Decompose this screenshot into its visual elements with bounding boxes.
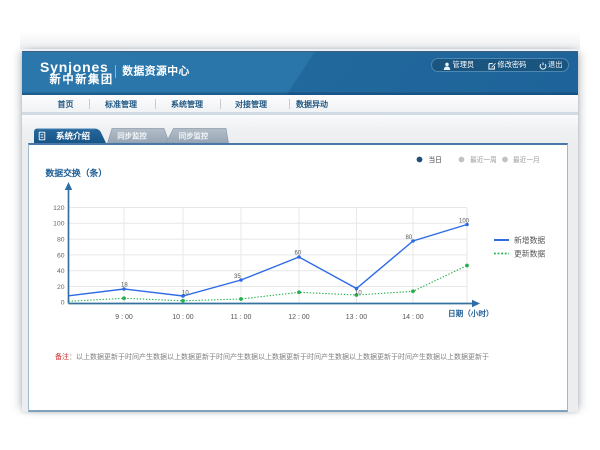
svg-text:同步监控: 同步监控 [179, 132, 209, 141]
svg-text:新中新集团: 新中新集团 [50, 72, 114, 86]
svg-text:数据交换（条）: 数据交换（条） [45, 167, 108, 178]
svg-text:11 : 00: 11 : 00 [231, 314, 252, 321]
svg-text:更新数据: 更新数据 [514, 249, 545, 259]
svg-text:35: 35 [234, 274, 241, 280]
svg-text:100: 100 [459, 219, 470, 225]
svg-text:14 : 00: 14 : 00 [402, 314, 424, 321]
svg-text:12 : 00: 12 : 00 [288, 314, 310, 321]
svg-text:80: 80 [406, 235, 413, 241]
svg-text:60: 60 [295, 251, 302, 257]
svg-text:120: 120 [53, 205, 65, 212]
svg-text:80: 80 [57, 237, 65, 244]
svg-text:9 : 00: 9 : 00 [115, 314, 133, 321]
svg-text:20: 20 [57, 284, 65, 291]
svg-text:10: 10 [182, 291, 189, 297]
svg-text:系统介绍: 系统介绍 [56, 131, 91, 141]
svg-text:最近一月: 最近一月 [513, 155, 540, 164]
svg-text:数据资源中心: 数据资源中心 [122, 64, 189, 78]
svg-text:日期（小时）: 日期（小时） [448, 308, 494, 318]
svg-text:0: 0 [61, 300, 65, 307]
svg-text:10 : 00: 10 : 00 [172, 314, 194, 321]
svg-text:同步监控: 同步监控 [117, 132, 147, 141]
svg-text:40: 40 [57, 268, 65, 275]
svg-text:13 : 00: 13 : 00 [346, 314, 368, 321]
svg-text:60: 60 [57, 252, 65, 259]
svg-text:当日: 当日 [429, 155, 442, 164]
svg-text:最近一周: 最近一周 [470, 155, 497, 164]
svg-text:100: 100 [53, 221, 65, 228]
svg-text:18: 18 [121, 283, 128, 289]
svg-text:10: 10 [355, 291, 362, 297]
svg-text:新增数据: 新增数据 [514, 235, 545, 245]
